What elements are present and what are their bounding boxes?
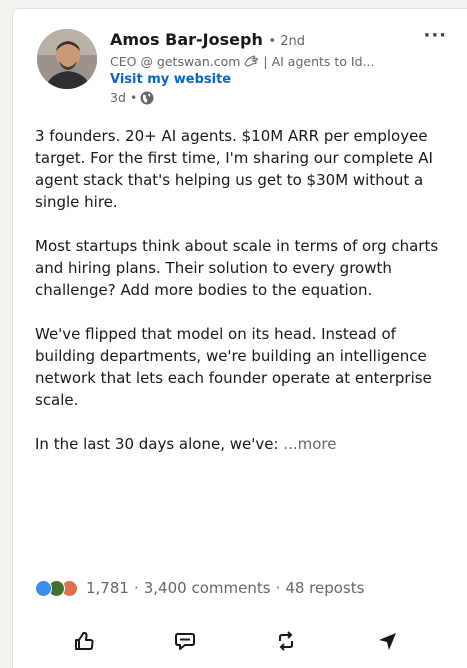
post-options-button[interactable]: ··· (423, 27, 447, 45)
post-action-bar (13, 619, 467, 663)
send-button[interactable] (365, 623, 409, 659)
reaction-count[interactable]: 1,781 (86, 579, 129, 597)
connection-degree: • 2nd (268, 34, 305, 49)
like-button[interactable] (62, 623, 106, 659)
post-author-block: Amos Bar-Joseph • 2nd CEO @ getswan.com … (110, 29, 417, 107)
repost-button[interactable] (264, 623, 308, 659)
reposts-count[interactable]: 48 reposts (285, 579, 364, 597)
comments-count[interactable]: 3,400 comments (144, 579, 271, 597)
waving-hand-icon (244, 54, 259, 67)
globe-icon (140, 91, 154, 105)
reaction-icons[interactable] (35, 579, 78, 597)
social-counts-bar: 1,781 · 3,400 comments · 48 reposts (35, 579, 364, 597)
author-name-line[interactable]: Amos Bar-Joseph • 2nd (110, 29, 417, 53)
thumbs-up-icon (74, 632, 93, 650)
separator: · (133, 579, 139, 597)
repost-icon (278, 631, 293, 651)
post-text: 3 founders. 20+ AI agents. $10M ARR per … (35, 125, 460, 477)
post-truncated-text: In the last 30 days alone, we've: (35, 435, 284, 453)
post-last-line: In the last 30 days alone, we've: ...mor… (35, 433, 460, 455)
author-name[interactable]: Amos Bar-Joseph (110, 30, 263, 49)
comment-icon (174, 633, 195, 650)
post-paragraph: Most startups think about scale in terms… (35, 237, 439, 299)
author-headline: CEO @ getswan.com | AI agents to Id... (110, 53, 410, 71)
send-icon (378, 633, 396, 650)
comment-button[interactable] (163, 623, 207, 659)
see-more-link[interactable]: ...more (283, 435, 336, 453)
post-paragraph: We've flipped that model on its head. In… (35, 325, 432, 409)
headline-suffix: | AI agents to Id... (263, 54, 375, 69)
post-paragraph: 3 founders. 20+ AI agents. $10M ARR per … (35, 127, 433, 211)
post-time: 3d • (110, 90, 138, 105)
avatar[interactable] (37, 29, 97, 89)
profile-photo (37, 29, 97, 89)
separator: · (275, 579, 281, 597)
headline-prefix: CEO @ getswan.com (110, 54, 241, 69)
visit-website-link[interactable]: Visit my website (110, 71, 417, 89)
post-meta: 3d • (110, 89, 417, 107)
feed-post-card: Amos Bar-Joseph • 2nd CEO @ getswan.com … (12, 8, 467, 668)
like-reaction-icon (35, 579, 52, 597)
